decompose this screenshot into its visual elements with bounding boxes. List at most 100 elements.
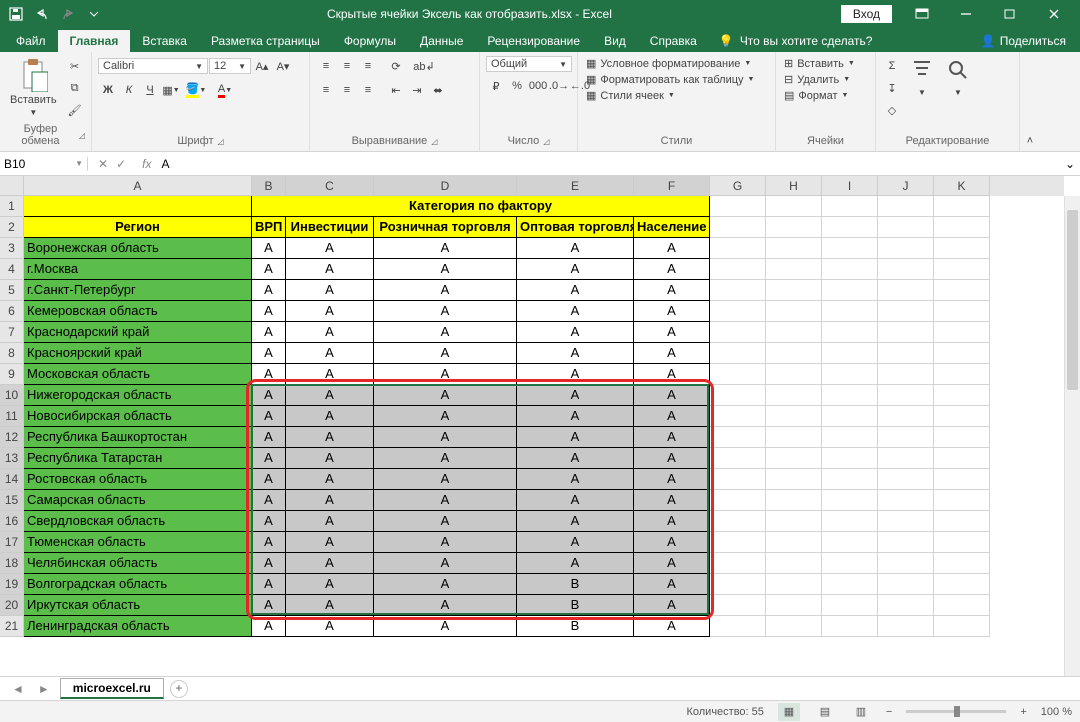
cell[interactable]	[878, 238, 934, 259]
cell[interactable]	[710, 259, 766, 280]
cell[interactable]	[934, 448, 990, 469]
cell[interactable]: A	[634, 448, 710, 469]
grow-font-icon[interactable]: A▴	[252, 56, 272, 76]
cell[interactable]: Оптовая торговля	[517, 217, 634, 238]
cell[interactable]	[934, 427, 990, 448]
cell[interactable]	[934, 574, 990, 595]
cell[interactable]: Самарская область	[24, 490, 252, 511]
add-sheet-button[interactable]: +	[170, 680, 188, 698]
cell[interactable]: A	[374, 301, 517, 322]
find-select-button[interactable]: ▼	[942, 56, 974, 99]
row-header[interactable]: 5	[0, 280, 24, 301]
cell[interactable]: B	[517, 616, 634, 637]
column-header[interactable]: B	[252, 176, 286, 196]
formula-input[interactable]: A	[157, 157, 1060, 171]
row-header[interactable]: 15	[0, 490, 24, 511]
cell[interactable]: A	[252, 448, 286, 469]
copy-icon[interactable]: ⧉	[65, 78, 85, 98]
dialog-launcher-icon[interactable]: ◿	[431, 137, 437, 146]
paste-button[interactable]: Вставить ▼	[6, 56, 61, 119]
column-header[interactable]: I	[822, 176, 878, 196]
cell[interactable]	[934, 238, 990, 259]
cell[interactable]: Тюменская область	[24, 532, 252, 553]
cell[interactable]: A	[634, 532, 710, 553]
row-header[interactable]: 12	[0, 427, 24, 448]
bold-button[interactable]: Ж	[98, 80, 118, 100]
column-header[interactable]: F	[634, 176, 710, 196]
column-header[interactable]: D	[374, 176, 517, 196]
cell[interactable]: A	[252, 301, 286, 322]
cell[interactable]: A	[286, 238, 374, 259]
cell[interactable]	[878, 574, 934, 595]
dialog-launcher-icon[interactable]: ◿	[79, 131, 85, 140]
redo-icon[interactable]	[56, 3, 80, 25]
cell[interactable]	[766, 469, 822, 490]
row-header[interactable]: 20	[0, 595, 24, 616]
column-header[interactable]: J	[878, 176, 934, 196]
font-size-combo[interactable]: 12▼	[209, 58, 251, 74]
column-header[interactable]: C	[286, 176, 374, 196]
cell[interactable]	[822, 301, 878, 322]
cell[interactable]	[934, 553, 990, 574]
cell[interactable]: Свердловская область	[24, 511, 252, 532]
cell[interactable]: A	[286, 595, 374, 616]
cell[interactable]	[766, 301, 822, 322]
cell[interactable]: A	[634, 469, 710, 490]
cell[interactable]: A	[252, 259, 286, 280]
cell[interactable]: Челябинская область	[24, 553, 252, 574]
cell[interactable]	[710, 385, 766, 406]
worksheet[interactable]: ABCDEFGHIJK 1234567891011121314151617181…	[0, 176, 1080, 676]
cell[interactable]: A	[252, 469, 286, 490]
cell[interactable]: A	[286, 490, 374, 511]
cell[interactable]	[822, 490, 878, 511]
cell[interactable]: A	[634, 511, 710, 532]
cell[interactable]: A	[374, 364, 517, 385]
format-painter-icon[interactable]: 🖌	[65, 100, 85, 120]
cell[interactable]: Инвестиции	[286, 217, 374, 238]
fx-icon[interactable]: fx	[136, 157, 157, 171]
cell[interactable]: A	[374, 322, 517, 343]
row-header[interactable]: 2	[0, 217, 24, 238]
cell[interactable]: A	[517, 427, 634, 448]
cell[interactable]: A	[374, 574, 517, 595]
cell[interactable]	[878, 616, 934, 637]
insert-cells-button[interactable]: ⊞Вставить▼	[782, 56, 869, 71]
cell[interactable]	[766, 364, 822, 385]
cell[interactable]	[822, 448, 878, 469]
cell[interactable]	[822, 280, 878, 301]
cell[interactable]: Республика Башкортостан	[24, 427, 252, 448]
cell[interactable]: A	[634, 301, 710, 322]
row-headers[interactable]: 123456789101112131415161718192021	[0, 196, 24, 637]
align-right-icon[interactable]: ≡	[358, 80, 378, 100]
orientation-icon[interactable]: ⟳	[386, 56, 406, 76]
row-header[interactable]: 1	[0, 196, 24, 217]
cell[interactable]	[822, 238, 878, 259]
currency-icon[interactable]: ₽	[486, 76, 506, 96]
cell[interactable]: Республика Татарстан	[24, 448, 252, 469]
cell[interactable]	[878, 196, 934, 217]
cell[interactable]	[878, 448, 934, 469]
cell[interactable]: A	[374, 280, 517, 301]
cell[interactable]	[822, 469, 878, 490]
increase-decimal-icon[interactable]: .0→	[549, 76, 569, 96]
cell[interactable]: A	[517, 238, 634, 259]
cell[interactable]	[710, 427, 766, 448]
cell[interactable]: A	[252, 238, 286, 259]
cell[interactable]	[822, 385, 878, 406]
cell[interactable]: ВРП	[252, 217, 286, 238]
select-all-corner[interactable]	[0, 176, 24, 196]
column-header[interactable]: E	[517, 176, 634, 196]
row-header[interactable]: 10	[0, 385, 24, 406]
ribbon-display-icon[interactable]	[900, 0, 944, 28]
border-button[interactable]: ▦▼	[161, 80, 181, 100]
cell[interactable]: A	[634, 595, 710, 616]
align-left-icon[interactable]: ≡	[316, 80, 336, 100]
row-header[interactable]: 17	[0, 532, 24, 553]
cell[interactable]: A	[286, 532, 374, 553]
cell[interactable]	[766, 553, 822, 574]
cell[interactable]	[710, 238, 766, 259]
sort-filter-button[interactable]: ▼	[906, 56, 938, 99]
cell[interactable]	[710, 511, 766, 532]
cell[interactable]	[766, 532, 822, 553]
qat-customize-icon[interactable]	[82, 3, 106, 25]
